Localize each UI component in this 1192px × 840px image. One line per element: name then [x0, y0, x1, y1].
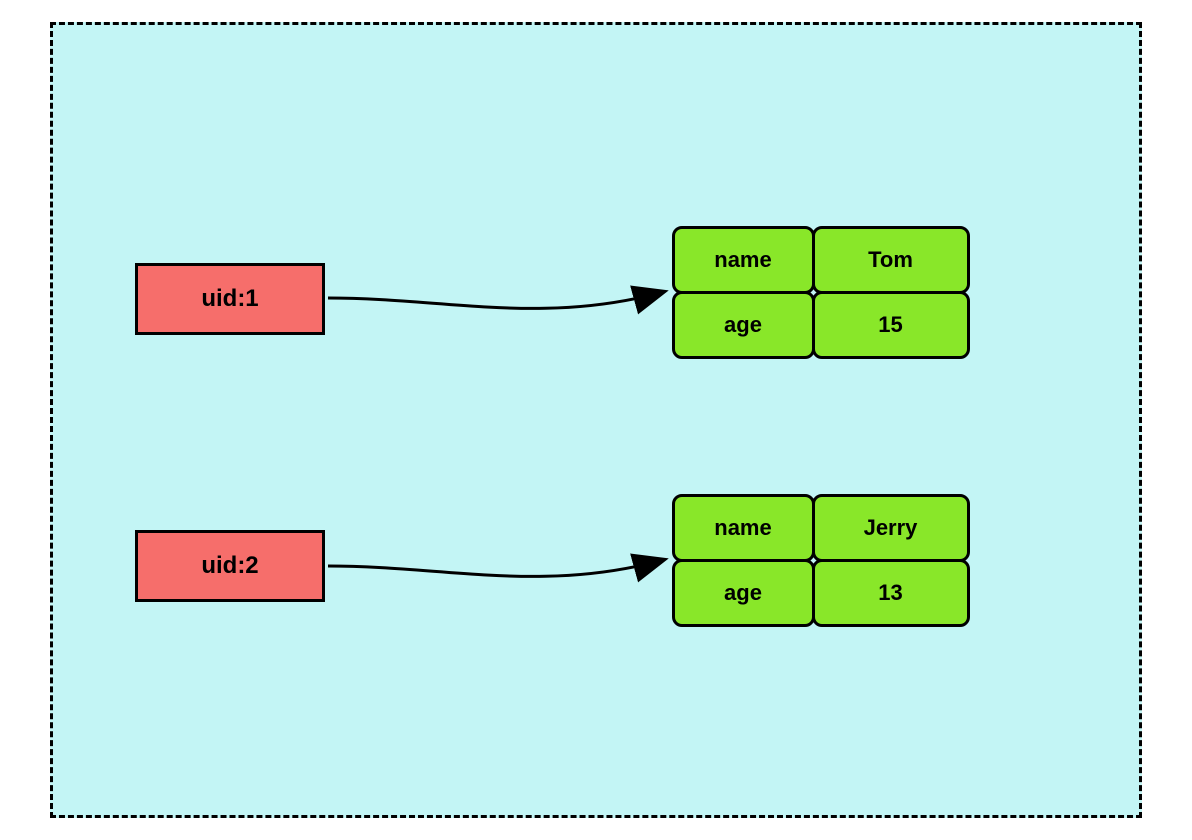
value-table-2: name Jerry age 13	[673, 495, 968, 625]
field-label-2-age: age	[672, 559, 815, 627]
field-value-1-name: Tom	[812, 226, 970, 294]
key-label-1: uid:1	[201, 285, 258, 313]
field-label-1-age: age	[672, 291, 815, 359]
key-box-1: uid:1	[135, 263, 325, 335]
field-label-1-name: name	[672, 226, 815, 294]
arrow-2	[323, 533, 683, 633]
field-value-1-age: 15	[812, 291, 970, 359]
arrow-1	[323, 265, 683, 365]
value-table-1: name Tom age 15	[673, 227, 968, 357]
key-label-2: uid:2	[201, 552, 258, 580]
key-box-2: uid:2	[135, 530, 325, 602]
field-value-2-age: 13	[812, 559, 970, 627]
field-value-2-name: Jerry	[812, 494, 970, 562]
field-label-2-name: name	[672, 494, 815, 562]
diagram-container: uid:1 name Tom age 15 uid:2 name Jerry a…	[50, 22, 1142, 818]
